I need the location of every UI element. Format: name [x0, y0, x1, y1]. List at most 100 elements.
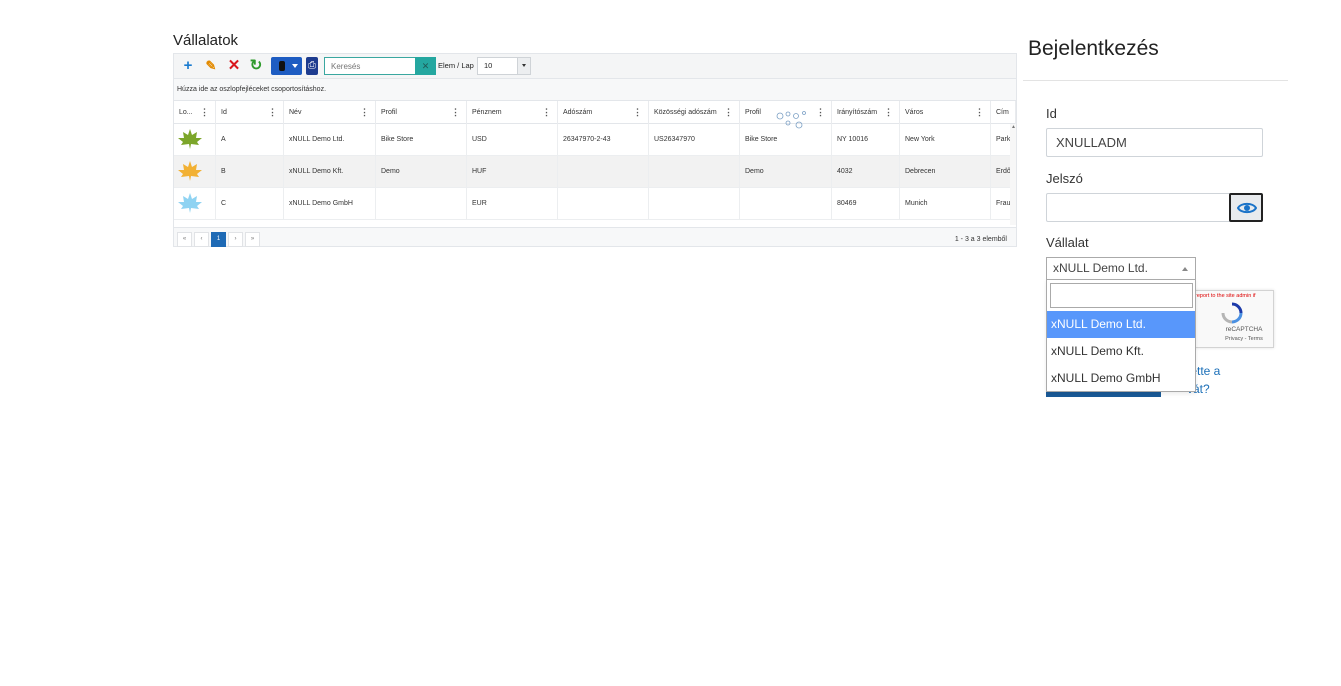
- search-input[interactable]: [324, 57, 416, 75]
- company-label: Vállalat: [1046, 235, 1089, 250]
- recaptcha-widget[interactable]: report to the site admin if reCAPTCHA Pr…: [1190, 290, 1274, 348]
- leaf-logo-icon: [178, 129, 202, 149]
- id-input[interactable]: XNULLADM: [1046, 128, 1263, 157]
- scroll-up-icon[interactable]: ▲: [1011, 124, 1016, 130]
- page-button-current[interactable]: 1: [211, 232, 226, 247]
- recaptcha-terms-link[interactable]: Privacy - Terms: [1203, 336, 1285, 342]
- cell-name: xNULL Demo Kft.: [284, 156, 376, 187]
- column-menu-icon[interactable]: ⋮: [724, 101, 733, 124]
- cell-city: Debrecen: [900, 156, 991, 187]
- next-page-button[interactable]: ›: [228, 232, 243, 247]
- show-password-button[interactable]: [1229, 193, 1263, 222]
- recaptcha-brand: reCAPTCHA: [1225, 326, 1263, 333]
- dropdown-option[interactable]: xNULL Demo Kft.: [1047, 338, 1195, 365]
- delete-icon[interactable]: ✕: [224, 57, 244, 75]
- logo-cell: [174, 156, 216, 187]
- column-menu-icon[interactable]: ⋮: [360, 101, 369, 124]
- dropdown-search-input[interactable]: [1050, 283, 1193, 308]
- company-select[interactable]: xNULL Demo Ltd.: [1046, 257, 1196, 279]
- cell-profile: Demo: [376, 156, 467, 187]
- cell-city: Munich: [900, 188, 991, 219]
- column-header-eu-tax-number[interactable]: Közösségi adószám ⋮: [649, 101, 740, 124]
- company-selected-value: xNULL Demo Ltd.: [1053, 261, 1148, 275]
- group-drop-area[interactable]: Húzza ide az oszlopfejléceket csoportosí…: [174, 79, 1016, 101]
- grid-header: Lo... ⋮ Id ⋮ Név ⋮ Profil ⋮ Pénznem ⋮ Adószám…: [174, 101, 1016, 124]
- first-page-button[interactable]: «: [177, 232, 192, 247]
- column-menu-icon[interactable]: ⋮: [884, 101, 893, 124]
- chevron-up-icon: [1182, 267, 1188, 271]
- login-title: Bejelentkezés: [1028, 37, 1159, 60]
- divider: [1023, 80, 1288, 81]
- cell-currency: HUF: [467, 156, 558, 187]
- column-menu-icon[interactable]: ⋮: [542, 101, 551, 124]
- pager-info: 1 - 3 a 3 elemből: [954, 236, 1007, 243]
- page-title: Vállalatok: [173, 32, 239, 49]
- column-menu-icon[interactable]: ⋮: [816, 101, 825, 124]
- column-header-currency[interactable]: Pénznem ⋮: [467, 101, 558, 124]
- cell-eu-tax-number: [649, 188, 740, 219]
- cell-currency: EUR: [467, 188, 558, 219]
- leaf-logo-icon: [178, 161, 202, 181]
- eye-icon: [1237, 202, 1257, 214]
- password-input[interactable]: [1046, 193, 1230, 222]
- dropdown-option[interactable]: xNULL Demo Ltd.: [1047, 311, 1195, 338]
- column-header-zip[interactable]: Irányítószám ⋮: [832, 101, 900, 124]
- column-header-city[interactable]: Város ⋮: [900, 101, 991, 124]
- cell-eu-tax-number: [649, 156, 740, 187]
- cell-id: B: [216, 156, 284, 187]
- last-page-button[interactable]: »: [245, 232, 260, 247]
- column-menu-icon[interactable]: ⋮: [268, 101, 277, 124]
- search-clear-icon[interactable]: ✕: [415, 57, 436, 75]
- grid-table: Lo... ⋮ Id ⋮ Név ⋮ Profil ⋮ Pénznem ⋮ Adószám…: [174, 101, 1016, 225]
- grid-toolbar: + ✎ ✕ ↻ ⎙ ✕ Elem / Lap 10: [174, 54, 1016, 79]
- logo-cell: [174, 124, 216, 155]
- cell-currency: USD: [467, 124, 558, 155]
- cell-profile-2: Demo: [740, 156, 832, 187]
- grid-pager: « ‹ 1 › » 1 - 3 a 3 elemből: [174, 227, 1016, 247]
- table-row[interactable]: C xNULL Demo GmbH EUR 80469 Munich Frau: [174, 188, 1016, 220]
- per-page-value: 10: [484, 61, 493, 70]
- column-header-tax-number[interactable]: Adószám ⋮: [558, 101, 649, 124]
- column-header-profile[interactable]: Profil ⋮: [376, 101, 467, 124]
- leaf-logo-icon: [178, 193, 202, 213]
- column-menu-icon[interactable]: ⋮: [200, 101, 209, 124]
- column-header-id[interactable]: Id ⋮: [216, 101, 284, 124]
- per-page-select[interactable]: 10: [477, 57, 531, 75]
- prev-page-button[interactable]: ‹: [194, 232, 209, 247]
- cell-eu-tax-number: US26347970: [649, 124, 740, 155]
- column-header-name[interactable]: Név ⋮: [284, 101, 376, 124]
- cell-zip: 4032: [832, 156, 900, 187]
- cell-name: xNULL Demo Ltd.: [284, 124, 376, 155]
- id-label: Id: [1046, 106, 1057, 121]
- column-menu-icon[interactable]: ⋮: [451, 101, 460, 124]
- companies-grid: + ✎ ✕ ↻ ⎙ ✕ Elem / Lap 10 Húzza ide az o…: [173, 53, 1017, 247]
- loading-spinner-icon: [776, 111, 806, 129]
- cell-tax-number: [558, 156, 649, 187]
- chevron-down-icon: [292, 64, 298, 68]
- export-button[interactable]: [271, 57, 302, 75]
- cell-id: A: [216, 124, 284, 155]
- cell-city: New York: [900, 124, 991, 155]
- company-dropdown: xNULL Demo Ltd. xNULL Demo Kft. xNULL De…: [1046, 279, 1196, 392]
- add-icon[interactable]: +: [178, 57, 198, 75]
- column-menu-icon[interactable]: ⋮: [975, 101, 984, 124]
- cell-tax-number: [558, 188, 649, 219]
- column-menu-icon[interactable]: ⋮: [633, 101, 642, 124]
- cell-id: C: [216, 188, 284, 219]
- recaptcha-logo-icon: [1221, 302, 1243, 324]
- vertical-scrollbar[interactable]: ▲ ▼: [1010, 124, 1016, 225]
- cell-name: xNULL Demo GmbH: [284, 188, 376, 219]
- refresh-icon[interactable]: ↻: [246, 57, 266, 75]
- dropdown-option[interactable]: xNULL Demo GmbH: [1047, 365, 1195, 392]
- cell-zip: 80469: [832, 188, 900, 219]
- logo-cell: [174, 188, 216, 219]
- table-row[interactable]: A xNULL Demo Ltd. Bike Store USD 2634797…: [174, 124, 1016, 156]
- column-header-logo[interactable]: Lo... ⋮: [174, 101, 216, 124]
- cell-profile: Bike Store: [376, 124, 467, 155]
- edit-icon[interactable]: ✎: [201, 57, 221, 75]
- chevron-down-icon[interactable]: [517, 58, 530, 74]
- column-header-address[interactable]: Cím: [991, 101, 1016, 124]
- export-icon: [279, 61, 285, 71]
- paperclip-icon[interactable]: ⎙: [306, 57, 318, 75]
- table-row[interactable]: B xNULL Demo Kft. Demo HUF Demo 4032 Deb…: [174, 156, 1016, 188]
